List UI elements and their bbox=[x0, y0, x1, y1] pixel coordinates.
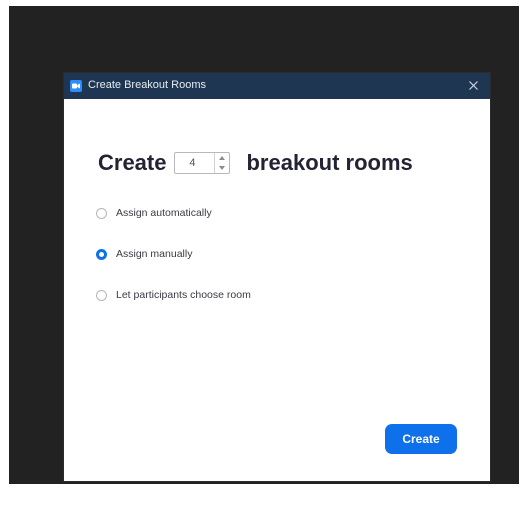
room-count-input[interactable] bbox=[177, 155, 208, 171]
room-count-stepper[interactable] bbox=[174, 152, 231, 174]
radio-assign-automatically[interactable] bbox=[96, 207, 107, 219]
option-label: Assign manually bbox=[116, 248, 193, 260]
stepper-arrows bbox=[214, 153, 229, 173]
headline-suffix: breakout rooms bbox=[246, 150, 413, 175]
dialog-title: Create Breakout Rooms bbox=[88, 79, 206, 91]
zoom-camera-icon bbox=[70, 80, 82, 92]
option-assign-manually[interactable]: Assign manually bbox=[96, 248, 192, 260]
option-label: Let participants choose room bbox=[116, 289, 251, 301]
radio-assign-manually[interactable] bbox=[96, 248, 107, 260]
option-assign-automatically[interactable]: Assign automatically bbox=[96, 207, 212, 219]
close-button[interactable] bbox=[466, 77, 482, 94]
radio-let-participants-choose[interactable] bbox=[96, 289, 107, 301]
room-count-headline: Create breakout rooms bbox=[98, 149, 413, 177]
option-label: Assign automatically bbox=[116, 207, 212, 219]
dialog-titlebar: Create Breakout Rooms bbox=[64, 73, 490, 99]
chevron-down-icon bbox=[219, 166, 226, 170]
headline-prefix: Create bbox=[98, 150, 167, 175]
option-let-participants-choose[interactable]: Let participants choose room bbox=[96, 289, 251, 301]
decrement-button[interactable] bbox=[215, 163, 229, 173]
increment-button[interactable] bbox=[215, 153, 229, 163]
create-button[interactable]: Create bbox=[385, 424, 457, 454]
chevron-up-icon bbox=[219, 156, 226, 160]
close-icon bbox=[469, 81, 478, 90]
create-breakout-rooms-dialog: Create Breakout Rooms Create 4 breakout … bbox=[64, 73, 490, 481]
